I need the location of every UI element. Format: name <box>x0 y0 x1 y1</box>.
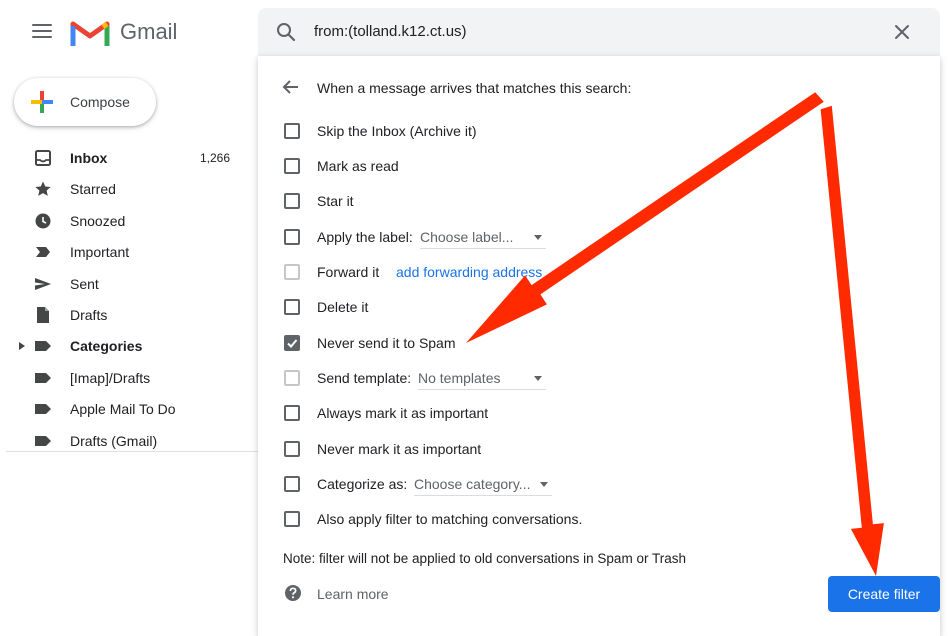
option-also-apply: Also apply filter to matching conversati… <box>284 507 924 531</box>
option-label: Forward it <box>317 264 380 280</box>
sidebar-item-label: Important <box>70 244 130 261</box>
star-icon <box>35 181 51 197</box>
plus-icon <box>31 91 53 113</box>
option-apply-label: Apply the label: Choose label... <box>284 225 924 249</box>
sidebar-divider <box>6 451 258 452</box>
inbox-count: 1,266 <box>199 151 230 165</box>
back-arrow-icon[interactable] <box>282 78 300 96</box>
category-select[interactable]: Choose category... <box>414 472 552 496</box>
option-label: Always mark it as important <box>317 405 489 421</box>
label-select-value: Choose label... <box>420 229 514 245</box>
draft-icon <box>37 306 49 323</box>
create-filter-button[interactable]: Create filter <box>828 576 940 612</box>
sidebar-item-sent[interactable]: Sent <box>0 268 256 299</box>
option-send-template: Send template: No templates <box>284 366 924 390</box>
dropdown-arrow-icon <box>540 482 548 487</box>
option-mark-read: Mark as read <box>284 154 924 178</box>
dropdown-arrow-icon <box>534 235 542 240</box>
template-select[interactable]: No templates <box>418 366 546 390</box>
option-skip-inbox: Skip the Inbox (Archive it) <box>284 119 924 143</box>
sidebar-nav: Inbox 1,266 Starred Snoozed Important Se… <box>0 142 256 456</box>
add-forwarding-address-link[interactable]: add forwarding address <box>396 264 542 280</box>
option-label: Skip the Inbox (Archive it) <box>317 123 477 139</box>
option-always-important: Always mark it as important <box>284 401 924 425</box>
sidebar-item-label: Snoozed <box>70 212 126 229</box>
apply-label-checkbox[interactable] <box>284 229 300 245</box>
inbox-icon <box>35 150 51 166</box>
sidebar-item-label: Starred <box>70 181 116 198</box>
learn-more-link[interactable]: Learn more <box>317 586 389 602</box>
sidebar-item-label: Categories <box>70 338 143 355</box>
sidebar-item-snoozed[interactable]: Snoozed <box>0 205 256 236</box>
option-label: Never send it to Spam <box>317 335 456 351</box>
option-label: Star it <box>317 193 354 209</box>
compose-button[interactable]: Compose <box>14 78 156 126</box>
never-important-checkbox[interactable] <box>284 441 300 457</box>
search-bar[interactable]: from:(tolland.k12.ct.us) <box>258 8 940 56</box>
main-menu-icon[interactable] <box>32 24 52 40</box>
send-template-checkbox[interactable] <box>284 370 300 386</box>
label-icon <box>35 372 51 383</box>
app-title: Gmail <box>120 19 178 44</box>
option-label: Mark as read <box>317 158 399 174</box>
skip-inbox-checkbox[interactable] <box>284 123 300 139</box>
label-select[interactable]: Choose label... <box>420 225 546 249</box>
template-select-value: No templates <box>418 370 501 386</box>
filter-panel: When a message arrives that matches this… <box>258 56 940 636</box>
categorize-checkbox[interactable] <box>284 476 300 492</box>
option-label: Apply the label: <box>317 229 413 245</box>
option-never-important: Never mark it as important <box>284 437 924 461</box>
search-input[interactable]: from:(tolland.k12.ct.us) <box>314 23 467 40</box>
sidebar-item-label: Drafts (Gmail) <box>70 432 158 449</box>
label-icon <box>35 341 51 352</box>
always-important-checkbox[interactable] <box>284 405 300 421</box>
filter-heading: When a message arrives that matches this… <box>317 80 632 96</box>
sidebar-item-categories[interactable]: Categories <box>0 330 256 361</box>
option-label: Categorize as: <box>317 476 408 492</box>
sidebar-item-label: Drafts <box>70 306 108 323</box>
dropdown-arrow-icon <box>534 376 542 381</box>
option-forward: Forward it add forwarding address <box>284 260 924 284</box>
sidebar-item-drafts[interactable]: Drafts <box>0 299 256 330</box>
sidebar-item-important[interactable]: Important <box>0 236 256 267</box>
mark-read-checkbox[interactable] <box>284 158 300 174</box>
option-label: Never mark it as important <box>317 441 482 457</box>
also-apply-checkbox[interactable] <box>284 511 300 527</box>
star-checkbox[interactable] <box>284 193 300 209</box>
label-icon <box>35 404 51 415</box>
gmail-logo-icon <box>70 21 110 46</box>
filter-note: Note: filter will not be applied to old … <box>283 551 686 566</box>
compose-label: Compose <box>70 94 130 110</box>
option-never-spam: Never send it to Spam <box>284 331 924 355</box>
check-icon <box>287 339 298 348</box>
option-label: Delete it <box>317 299 369 315</box>
sidebar-item-starred[interactable]: Starred <box>0 173 256 204</box>
search-icon[interactable] <box>276 22 296 42</box>
sidebar-item-label: Inbox <box>70 150 108 166</box>
send-icon <box>35 277 51 290</box>
close-icon[interactable] <box>892 22 912 42</box>
important-icon <box>36 247 50 258</box>
sidebar-item-label: [Imap]/Drafts <box>70 369 151 386</box>
option-categorize: Categorize as: Choose category... <box>284 472 924 496</box>
option-label: Also apply filter to matching conversati… <box>317 511 583 527</box>
option-delete: Delete it <box>284 295 924 319</box>
clock-icon <box>35 213 51 229</box>
forward-checkbox[interactable] <box>284 264 300 280</box>
help-icon[interactable] <box>284 584 302 602</box>
sidebar-item-imap-drafts[interactable]: [Imap]/Drafts <box>0 362 256 393</box>
label-icon <box>35 435 51 446</box>
sidebar-item-inbox[interactable]: Inbox 1,266 <box>0 142 256 173</box>
never-spam-checkbox[interactable] <box>284 335 300 351</box>
sidebar-item-label: Apple Mail To Do <box>70 401 176 418</box>
option-label: Send template: <box>317 370 412 386</box>
option-star: Star it <box>284 189 924 213</box>
delete-checkbox[interactable] <box>284 299 300 315</box>
sidebar-item-apple-mail-to-do[interactable]: Apple Mail To Do <box>0 393 256 424</box>
expand-arrow-icon[interactable] <box>18 341 26 351</box>
sidebar-item-label: Sent <box>70 275 99 292</box>
category-select-value: Choose category... <box>414 476 531 492</box>
